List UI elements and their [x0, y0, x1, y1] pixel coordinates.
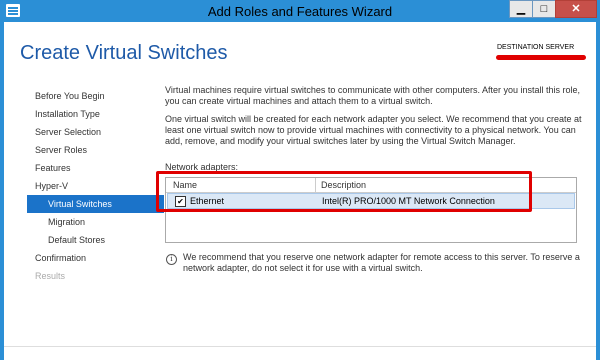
- window-border-left: [0, 22, 4, 360]
- nav-item-installation-type[interactable]: Installation Type: [35, 105, 155, 123]
- close-button[interactable]: ✕: [555, 0, 597, 18]
- title-bar: Add Roles and Features Wizard ▁ □ ✕: [0, 0, 600, 22]
- divider: [4, 346, 596, 347]
- nav-item-before-you-begin[interactable]: Before You Begin: [35, 87, 155, 105]
- nav-item-migration[interactable]: Migration: [35, 213, 155, 231]
- nav-item-server-roles[interactable]: Server Roles: [35, 141, 155, 159]
- nav-item-features[interactable]: Features: [35, 159, 155, 177]
- red-redaction-mark: [496, 55, 586, 60]
- nav-item-server-selection[interactable]: Server Selection: [35, 123, 155, 141]
- minimize-button[interactable]: ▁: [509, 0, 533, 18]
- switch-info-paragraph: One virtual switch will be created for e…: [165, 114, 582, 146]
- wizard-nav: Before You Begin Installation Type Serve…: [27, 87, 164, 285]
- info-note: We recommend that you reserve one networ…: [183, 252, 580, 273]
- red-highlight-box: [156, 171, 532, 212]
- maximize-button[interactable]: □: [532, 0, 556, 18]
- nav-item-confirmation[interactable]: Confirmation: [35, 249, 155, 267]
- nav-item-results: Results: [35, 271, 66, 281]
- destination-server-label: DESTINATION SERVER: [497, 44, 575, 51]
- nav-item-virtual-switches[interactable]: Virtual Switches: [27, 195, 164, 213]
- info-icon: i: [166, 254, 177, 265]
- nav-item-hyper-v[interactable]: Hyper-V: [35, 177, 155, 195]
- nav-item-default-stores[interactable]: Default Stores: [35, 231, 155, 249]
- intro-paragraph: Virtual machines require virtual switche…: [165, 85, 581, 106]
- page-title: Create Virtual Switches: [20, 42, 228, 64]
- window-border-right: [596, 22, 600, 360]
